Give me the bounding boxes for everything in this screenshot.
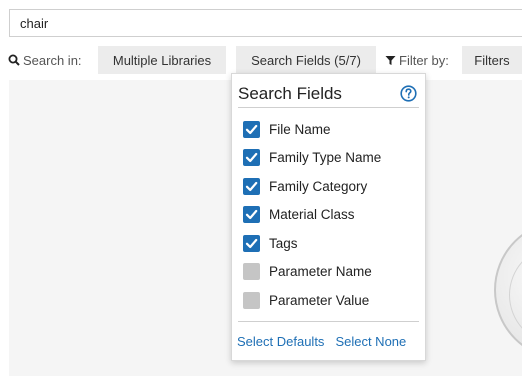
search-field-item[interactable]: Material Class (243, 201, 413, 230)
search-field-label: Family Type Name (269, 150, 382, 166)
search-fields-dropdown: Search Fields File Name Family Type Name F… (231, 73, 426, 361)
search-field-label: Family Category (269, 178, 368, 194)
toolbar: Search in: Multiple Libraries Search Fie… (0, 46, 522, 74)
filter-by-label-group: Filter by: (385, 46, 449, 74)
search-field-item[interactable]: Family Type Name (243, 144, 413, 173)
dropdown-header: Search Fields (238, 80, 419, 108)
dropdown-title: Search Fields (238, 83, 342, 103)
filter-icon (385, 55, 396, 65)
search-icon (8, 54, 20, 66)
checkbox-unchecked[interactable] (243, 263, 260, 281)
multiple-libraries-button[interactable]: Multiple Libraries (98, 46, 226, 74)
checkbox-checked[interactable] (243, 177, 260, 195)
search-field-item[interactable]: Family Category (243, 172, 413, 201)
select-defaults-link[interactable]: Select Defaults (237, 334, 324, 349)
filter-by-label: Filter by: (399, 52, 449, 68)
checkbox-checked[interactable] (243, 120, 260, 138)
checkbox-checked[interactable] (243, 234, 260, 252)
search-fields-button[interactable]: Search Fields (5/7) (236, 46, 376, 74)
search-field-label: Tags (269, 235, 298, 251)
check-icon (245, 181, 258, 191)
filters-button[interactable]: Filters (462, 46, 522, 74)
checkbox-checked[interactable] (243, 206, 260, 224)
check-icon (245, 210, 258, 220)
footer-divider (238, 321, 419, 322)
check-icon (245, 153, 258, 163)
search-field-label: File Name (269, 121, 331, 137)
search-in-label-group: Search in: (8, 46, 82, 74)
search-input[interactable] (9, 9, 522, 37)
search-field-item[interactable]: Parameter Name (243, 258, 413, 287)
check-icon (245, 124, 258, 134)
help-icon[interactable] (400, 85, 417, 102)
checkbox-unchecked[interactable] (243, 291, 260, 309)
search-field-label: Parameter Value (269, 292, 370, 308)
search-field-label: Material Class (269, 207, 355, 223)
dropdown-footer: Select Defaults Select None (237, 332, 406, 350)
search-field-list: File Name Family Type Name Family Category… (243, 115, 413, 315)
search-field-item[interactable]: File Name (243, 115, 413, 144)
check-icon (245, 238, 258, 248)
checkbox-checked[interactable] (243, 149, 260, 167)
search-in-label: Search in: (23, 52, 82, 68)
search-field-label: Parameter Name (269, 264, 372, 280)
search-field-item[interactable]: Parameter Value (243, 286, 413, 315)
select-none-link[interactable]: Select None (335, 334, 406, 349)
search-field-item[interactable]: Tags (243, 229, 413, 258)
